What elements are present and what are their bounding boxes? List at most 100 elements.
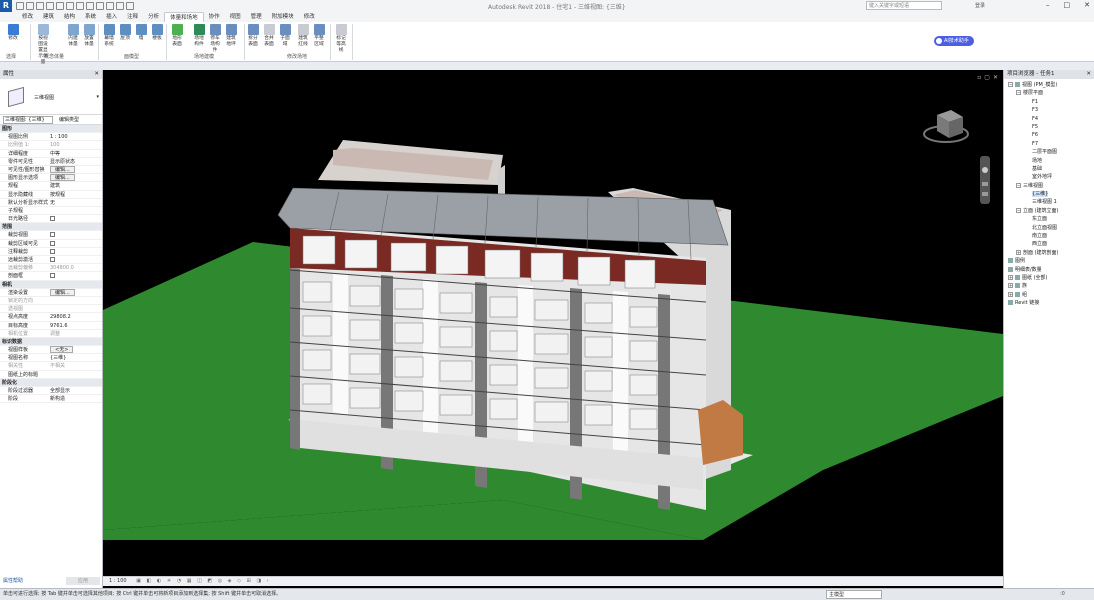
- browser-node[interactable]: {三维}: [1004, 190, 1094, 198]
- browser-node[interactable]: F5: [1004, 123, 1094, 131]
- ribbon-tab[interactable]: 分析: [143, 12, 164, 22]
- view-cube[interactable]: [923, 110, 969, 143]
- property-value[interactable]: 304800.0: [48, 264, 102, 271]
- property-value[interactable]: [48, 272, 102, 279]
- browser-node[interactable]: F7: [1004, 140, 1094, 148]
- search-input[interactable]: 键入关键字或短语: [866, 1, 942, 10]
- property-value[interactable]: 编辑...: [48, 288, 102, 296]
- ribbon-tab[interactable]: 修改: [299, 12, 320, 22]
- property-checkbox[interactable]: [50, 273, 55, 279]
- browser-node[interactable]: 二层平面图: [1004, 148, 1094, 156]
- property-value[interactable]: [48, 231, 102, 238]
- browser-node[interactable]: 图例: [1004, 257, 1094, 265]
- browser-node[interactable]: F4: [1004, 115, 1094, 123]
- browser-node[interactable]: + 图纸 (全部): [1004, 274, 1094, 282]
- property-group[interactable]: 阶段化: [0, 378, 102, 387]
- browser-node[interactable]: 室外地坪: [1004, 173, 1094, 181]
- property-group[interactable]: 标识数据: [0, 337, 102, 347]
- edit-type-button[interactable]: 编辑类型: [57, 116, 81, 123]
- ribbon-button[interactable]: 子面域: [278, 24, 292, 48]
- browser-node[interactable]: − 视图 (PM_模型): [1004, 81, 1094, 89]
- properties-help-link[interactable]: 属性帮助: [3, 578, 23, 584]
- property-value[interactable]: 100: [48, 141, 102, 148]
- ribbon-button[interactable]: 屋顶: [118, 24, 132, 42]
- property-value[interactable]: 新构造: [48, 395, 102, 402]
- switch-windows-icon[interactable]: [126, 2, 134, 10]
- property-value[interactable]: 调整: [48, 330, 102, 337]
- property-value[interactable]: [48, 215, 102, 222]
- revit-logo-icon[interactable]: R: [0, 0, 12, 12]
- section-icon[interactable]: [96, 2, 104, 10]
- ribbon-tab[interactable]: 协作: [204, 12, 225, 22]
- ribbon-button[interactable]: 停车场构件: [208, 24, 222, 54]
- thin-lines-icon[interactable]: [106, 2, 114, 10]
- browser-node[interactable]: 三维视图 1: [1004, 198, 1094, 206]
- browser-node[interactable]: − 楼层平面: [1004, 89, 1094, 97]
- ribbon-tab[interactable]: 视图: [225, 12, 246, 22]
- collapse-icon[interactable]: −: [1016, 90, 1021, 96]
- property-checkbox[interactable]: [50, 257, 55, 262]
- ribbon-button[interactable]: 场地构件: [192, 24, 206, 48]
- property-value[interactable]: 29808.2: [48, 313, 102, 320]
- ribbon-button[interactable]: 建筑红线: [296, 24, 310, 48]
- browser-node[interactable]: + 族: [1004, 282, 1094, 290]
- property-value[interactable]: 无: [48, 199, 102, 206]
- sign-in-link[interactable]: 登录: [975, 2, 985, 9]
- expand-icon[interactable]: +: [1008, 274, 1013, 280]
- property-value[interactable]: 编辑...: [48, 165, 102, 173]
- ribbon-button[interactable]: 标记等高线: [334, 24, 348, 54]
- view-scale[interactable]: 1 : 100: [109, 578, 127, 584]
- property-value[interactable]: 编辑...: [48, 174, 102, 182]
- ribbon-tab[interactable]: 系统: [80, 12, 101, 22]
- browser-node[interactable]: 南立面: [1004, 232, 1094, 240]
- ribbon-button[interactable]: 修改: [6, 24, 20, 42]
- property-edit-button[interactable]: <无>: [50, 346, 74, 354]
- property-value[interactable]: 中等: [48, 150, 102, 157]
- building-model[interactable]: [103, 70, 1003, 588]
- property-edit-button[interactable]: 编辑...: [50, 165, 75, 173]
- chevron-down-icon[interactable]: ▾: [96, 94, 99, 100]
- maximize-icon[interactable]: □: [1064, 1, 1071, 9]
- ribbon-button[interactable]: 地形表面: [170, 24, 184, 48]
- browser-node[interactable]: F1: [1004, 98, 1094, 106]
- property-value[interactable]: 9761.6: [48, 322, 102, 329]
- browser-node[interactable]: 西立面: [1004, 240, 1094, 248]
- property-checkbox[interactable]: [50, 232, 55, 238]
- ribbon-button[interactable]: 合并表面: [262, 24, 276, 48]
- close-hidden-icon[interactable]: [116, 2, 124, 10]
- property-checkbox[interactable]: [50, 248, 55, 254]
- ribbon-tab[interactable]: 插入: [101, 12, 122, 22]
- ribbon-button[interactable]: 幕墙系统: [102, 24, 116, 48]
- expand-icon[interactable]: +: [1016, 249, 1021, 255]
- property-group[interactable]: 图形: [0, 125, 102, 134]
- ai-assistant-button[interactable]: AI技术助手: [934, 36, 974, 46]
- browser-node[interactable]: + 组: [1004, 291, 1094, 299]
- 3d-view-icon[interactable]: [86, 2, 94, 10]
- expand-icon[interactable]: +: [1008, 291, 1013, 297]
- browser-node[interactable]: 北立面视图: [1004, 224, 1094, 232]
- close-icon[interactable]: ✕: [94, 70, 99, 79]
- collapse-icon[interactable]: −: [1016, 207, 1021, 213]
- redo-icon[interactable]: [46, 2, 54, 10]
- filter-count[interactable]: :0: [1060, 589, 1065, 600]
- property-value[interactable]: 不相关: [48, 362, 102, 369]
- browser-node[interactable]: Revit 链接: [1004, 299, 1094, 307]
- save-icon[interactable]: [26, 2, 34, 10]
- property-value[interactable]: 1 : 100: [48, 133, 102, 140]
- property-value[interactable]: {三维}: [48, 354, 102, 361]
- property-value[interactable]: [48, 297, 102, 304]
- property-checkbox[interactable]: [50, 216, 55, 222]
- ribbon-button[interactable]: 拆分表面: [246, 24, 260, 48]
- browser-node[interactable]: 场地: [1004, 157, 1094, 165]
- ribbon-tab[interactable]: 修改: [17, 12, 38, 22]
- ribbon-button[interactable]: 平整区域: [312, 24, 326, 48]
- property-value[interactable]: [48, 371, 102, 378]
- minimize-icon[interactable]: –: [1046, 1, 1050, 9]
- property-value[interactable]: [48, 248, 102, 255]
- property-value[interactable]: 按规程: [48, 191, 102, 198]
- property-value[interactable]: 全部显示: [48, 387, 102, 394]
- close-icon[interactable]: ✕: [1084, 1, 1090, 9]
- type-selector[interactable]: 三维视图 ▾: [0, 79, 102, 115]
- close-icon[interactable]: ✕: [1086, 70, 1091, 79]
- ribbon-tab[interactable]: 注释: [122, 12, 143, 22]
